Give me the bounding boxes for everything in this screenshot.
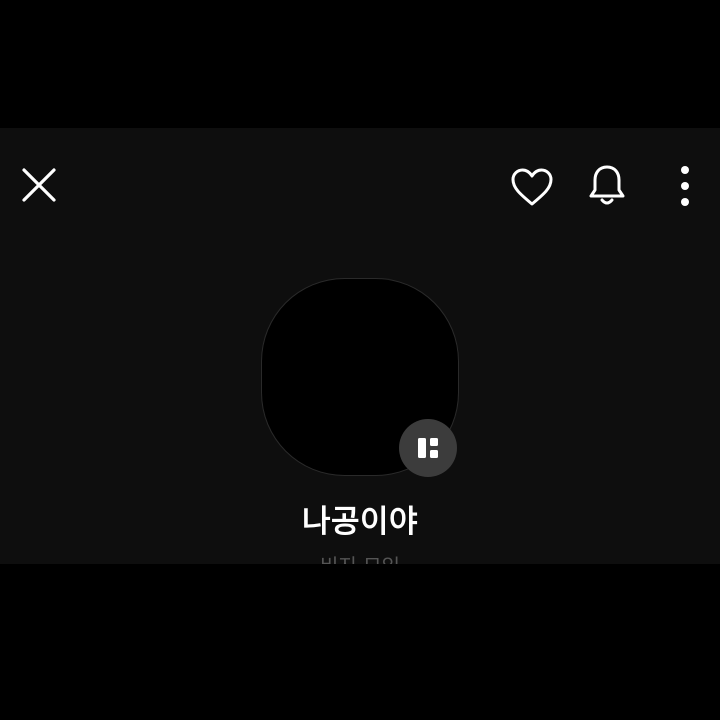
heart-outline-icon xyxy=(511,168,553,206)
vertical-ellipsis-icon xyxy=(681,166,689,206)
channel-badge[interactable] xyxy=(399,419,457,477)
like-button[interactable] xyxy=(505,160,559,214)
profile-avatar-container xyxy=(262,279,458,477)
screen-frame: 나공이야 비지 모임 xyxy=(0,0,720,720)
top-bar xyxy=(0,128,720,244)
channel-grid-icon xyxy=(418,438,438,458)
close-icon xyxy=(22,168,56,202)
more-options-button[interactable] xyxy=(665,158,705,214)
profile-name: 나공이야 xyxy=(301,504,419,540)
notification-button[interactable] xyxy=(580,158,634,214)
profile-screen: 나공이야 비지 모임 xyxy=(0,128,720,564)
close-button[interactable] xyxy=(14,160,64,210)
bell-icon xyxy=(589,165,625,205)
profile-status-text: 비지 모임 xyxy=(0,550,720,564)
